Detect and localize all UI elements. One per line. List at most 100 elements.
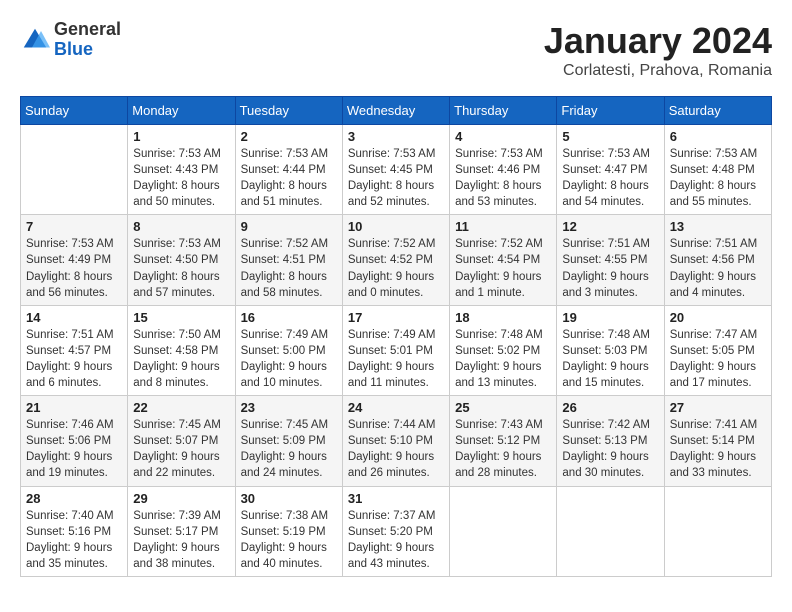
calendar-week-5: 28 Sunrise: 7:40 AMSunset: 5:16 PMDayligh… — [21, 486, 772, 576]
calendar-day: 13Sunrise: 7:51 AMSunset: 4:56 PMDayligh… — [664, 215, 771, 305]
day-info: Sunrise: 7:43 AMSunset: 5:12 PMDaylight:… — [455, 417, 551, 481]
calendar-day: 6Sunrise: 7:53 AMSunset: 4:48 PMDaylight… — [664, 125, 771, 215]
day-info: Sunrise: 7:53 AMSunset: 4:43 PMDaylight:… — [133, 146, 229, 210]
day-info: Sunrise: 7:48 AMSunset: 5:02 PMDaylight:… — [455, 327, 551, 391]
day-info: Sunrise: 7:53 AMSunset: 4:44 PMDaylight:… — [241, 146, 337, 210]
calendar-day: 18 Sunrise: 7:48 AMSunset: 5:02 PMDayligh… — [450, 305, 557, 395]
day-number: 7 — [26, 219, 122, 234]
calendar-day — [21, 125, 128, 215]
day-number: 14 — [26, 310, 122, 325]
calendar-day: 4 Sunrise: 7:53 AMSunset: 4:46 PMDaylight… — [450, 125, 557, 215]
calendar-day: 10 Sunrise: 7:52 AMSunset: 4:52 PMDayligh… — [342, 215, 449, 305]
calendar-day: 2 Sunrise: 7:53 AMSunset: 4:44 PMDaylight… — [235, 125, 342, 215]
calendar-week-4: 21Sunrise: 7:46 AMSunset: 5:06 PMDayligh… — [21, 396, 772, 486]
day-number: 8 — [133, 219, 229, 234]
day-number: 23 — [241, 400, 337, 415]
calendar-day: 7 Sunrise: 7:53 AMSunset: 4:49 PMDaylight… — [21, 215, 128, 305]
calendar-day — [450, 486, 557, 576]
day-info: Sunrise: 7:53 AMSunset: 4:49 PMDaylight:… — [26, 236, 122, 300]
calendar-day: 5 Sunrise: 7:53 AMSunset: 4:47 PMDaylight… — [557, 125, 664, 215]
day-header-saturday: Saturday — [664, 97, 771, 125]
day-number: 28 — [26, 491, 122, 506]
calendar-day: 1 Sunrise: 7:53 AMSunset: 4:43 PMDaylight… — [128, 125, 235, 215]
calendar-day: 30Sunrise: 7:38 AMSunset: 5:19 PMDayligh… — [235, 486, 342, 576]
day-header-sunday: Sunday — [21, 97, 128, 125]
day-number: 27 — [670, 400, 766, 415]
calendar-table: SundayMondayTuesdayWednesdayThursdayFrid… — [20, 96, 772, 577]
calendar-day: 28 Sunrise: 7:40 AMSunset: 5:16 PMDayligh… — [21, 486, 128, 576]
day-info: Sunrise: 7:40 AMSunset: 5:16 PMDaylight:… — [26, 508, 122, 572]
logo: General Blue — [20, 20, 121, 60]
calendar-day — [664, 486, 771, 576]
day-info: Sunrise: 7:52 AMSunset: 4:52 PMDaylight:… — [348, 236, 444, 300]
day-info: Sunrise: 7:45 AMSunset: 5:07 PMDaylight:… — [133, 417, 229, 481]
calendar-day: 22 Sunrise: 7:45 AMSunset: 5:07 PMDayligh… — [128, 396, 235, 486]
day-number: 12 — [562, 219, 658, 234]
day-info: Sunrise: 7:53 AMSunset: 4:46 PMDaylight:… — [455, 146, 551, 210]
day-number: 19 — [562, 310, 658, 325]
day-number: 1 — [133, 129, 229, 144]
day-number: 16 — [241, 310, 337, 325]
day-number: 20 — [670, 310, 766, 325]
day-number: 15 — [133, 310, 229, 325]
calendar-day: 19 Sunrise: 7:48 AMSunset: 5:03 PMDayligh… — [557, 305, 664, 395]
calendar-day: 29 Sunrise: 7:39 AMSunset: 5:17 PMDayligh… — [128, 486, 235, 576]
day-info: Sunrise: 7:41 AMSunset: 5:14 PMDaylight:… — [670, 417, 766, 481]
calendar-day — [557, 486, 664, 576]
day-number: 18 — [455, 310, 551, 325]
day-info: Sunrise: 7:37 AMSunset: 5:20 PMDaylight:… — [348, 508, 444, 572]
calendar-day: 23 Sunrise: 7:45 AMSunset: 5:09 PMDayligh… — [235, 396, 342, 486]
calendar-day: 8 Sunrise: 7:53 AMSunset: 4:50 PMDaylight… — [128, 215, 235, 305]
day-info: Sunrise: 7:48 AMSunset: 5:03 PMDaylight:… — [562, 327, 658, 391]
calendar-week-2: 7 Sunrise: 7:53 AMSunset: 4:49 PMDaylight… — [21, 215, 772, 305]
calendar-day: 9 Sunrise: 7:52 AMSunset: 4:51 PMDaylight… — [235, 215, 342, 305]
day-info: Sunrise: 7:53 AMSunset: 4:47 PMDaylight:… — [562, 146, 658, 210]
day-number: 31 — [348, 491, 444, 506]
calendar-day: 21Sunrise: 7:46 AMSunset: 5:06 PMDayligh… — [21, 396, 128, 486]
day-header-thursday: Thursday — [450, 97, 557, 125]
day-number: 30 — [241, 491, 337, 506]
calendar-day: 26 Sunrise: 7:42 AMSunset: 5:13 PMDayligh… — [557, 396, 664, 486]
logo-blue: Blue — [54, 40, 121, 60]
calendar-day: 17 Sunrise: 7:49 AMSunset: 5:01 PMDayligh… — [342, 305, 449, 395]
day-info: Sunrise: 7:51 AMSunset: 4:57 PMDaylight:… — [26, 327, 122, 391]
calendar-day: 12Sunrise: 7:51 AMSunset: 4:55 PMDayligh… — [557, 215, 664, 305]
day-info: Sunrise: 7:45 AMSunset: 5:09 PMDaylight:… — [241, 417, 337, 481]
day-number: 10 — [348, 219, 444, 234]
calendar-day: 15 Sunrise: 7:50 AMSunset: 4:58 PMDayligh… — [128, 305, 235, 395]
logo-text: General Blue — [54, 20, 121, 60]
calendar-day: 16 Sunrise: 7:49 AMSunset: 5:00 PMDayligh… — [235, 305, 342, 395]
day-info: Sunrise: 7:49 AMSunset: 5:01 PMDaylight:… — [348, 327, 444, 391]
day-info: Sunrise: 7:52 AMSunset: 4:51 PMDaylight:… — [241, 236, 337, 300]
calendar-day: 14 Sunrise: 7:51 AMSunset: 4:57 PMDayligh… — [21, 305, 128, 395]
day-number: 2 — [241, 129, 337, 144]
calendar-header-row: SundayMondayTuesdayWednesdayThursdayFrid… — [21, 97, 772, 125]
calendar-day: 11Sunrise: 7:52 AMSunset: 4:54 PMDayligh… — [450, 215, 557, 305]
calendar-week-1: 1 Sunrise: 7:53 AMSunset: 4:43 PMDaylight… — [21, 125, 772, 215]
day-info: Sunrise: 7:42 AMSunset: 5:13 PMDaylight:… — [562, 417, 658, 481]
logo-general: General — [54, 20, 121, 40]
calendar-day: 3Sunrise: 7:53 AMSunset: 4:45 PMDaylight… — [342, 125, 449, 215]
day-info: Sunrise: 7:53 AMSunset: 4:50 PMDaylight:… — [133, 236, 229, 300]
day-number: 5 — [562, 129, 658, 144]
day-info: Sunrise: 7:39 AMSunset: 5:17 PMDaylight:… — [133, 508, 229, 572]
day-info: Sunrise: 7:49 AMSunset: 5:00 PMDaylight:… — [241, 327, 337, 391]
day-info: Sunrise: 7:50 AMSunset: 4:58 PMDaylight:… — [133, 327, 229, 391]
day-header-monday: Monday — [128, 97, 235, 125]
day-number: 26 — [562, 400, 658, 415]
day-number: 9 — [241, 219, 337, 234]
day-number: 4 — [455, 129, 551, 144]
day-info: Sunrise: 7:47 AMSunset: 5:05 PMDaylight:… — [670, 327, 766, 391]
day-number: 6 — [670, 129, 766, 144]
day-number: 11 — [455, 219, 551, 234]
day-number: 17 — [348, 310, 444, 325]
location: Corlatesti, Prahova, Romania — [544, 62, 772, 80]
day-number: 24 — [348, 400, 444, 415]
day-number: 25 — [455, 400, 551, 415]
day-header-tuesday: Tuesday — [235, 97, 342, 125]
page-header: General Blue January 2024 Corlatesti, Pr… — [20, 20, 772, 80]
calendar-week-3: 14 Sunrise: 7:51 AMSunset: 4:57 PMDayligh… — [21, 305, 772, 395]
calendar-day: 25 Sunrise: 7:43 AMSunset: 5:12 PMDayligh… — [450, 396, 557, 486]
day-number: 22 — [133, 400, 229, 415]
day-number: 29 — [133, 491, 229, 506]
